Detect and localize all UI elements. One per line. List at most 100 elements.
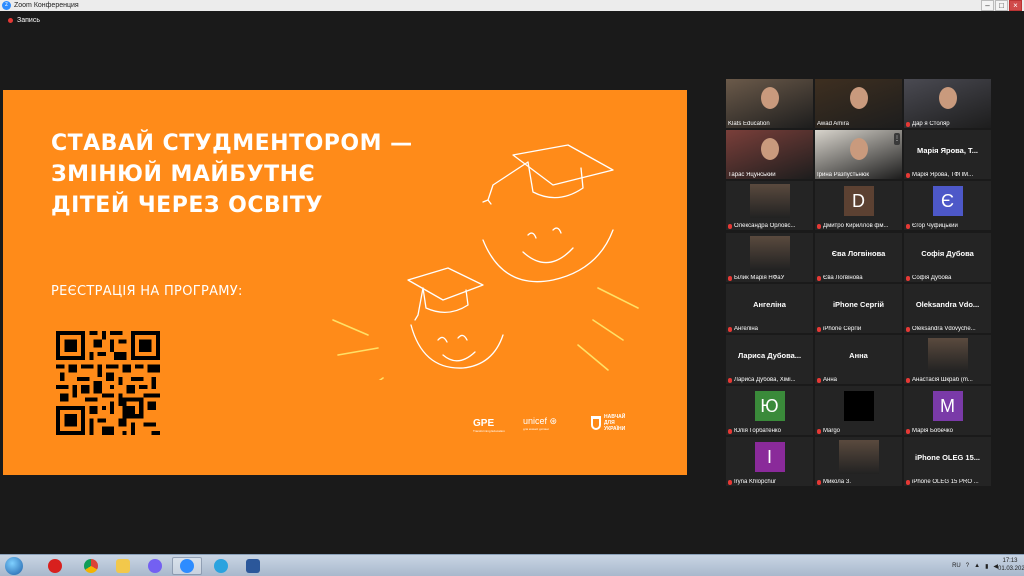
taskbar-viber[interactable] <box>140 557 170 575</box>
profile-photo <box>838 440 879 474</box>
title-bar: z Zoom Конференция – □ × <box>0 0 1024 11</box>
participant-display-name: iPhone Сергій <box>832 300 885 309</box>
gpe-logo-text: GPE <box>473 418 495 429</box>
unicef-logo-subtext: для кожної дитини <box>523 427 549 431</box>
muted-mic-icon <box>728 326 732 332</box>
windows-logo-icon <box>5 557 23 575</box>
participant-tile[interactable]: Klats Education <box>726 79 813 128</box>
participant-name: Margo <box>817 428 900 434</box>
participant-tile[interactable]: Margo <box>815 386 902 435</box>
taskbar-explorer[interactable] <box>108 557 138 575</box>
participant-name: Анна <box>817 377 900 383</box>
participant-face <box>760 87 779 109</box>
chrome-icon <box>84 559 98 573</box>
participant-name: Ангеліна <box>728 326 811 332</box>
taskbar-zoom[interactable] <box>172 557 202 575</box>
avatar: Є <box>932 186 963 216</box>
muted-mic-icon <box>906 479 910 485</box>
navchai-line: УКРАЇНИ <box>604 426 626 432</box>
navchai-mark-icon <box>591 416 601 430</box>
participant-name-text: Oleksandra Vdovyche... <box>912 326 976 332</box>
participant-name-text: Ангеліна <box>734 326 758 332</box>
participant-tile[interactable]: Софія Дубова Софія Дубова <box>904 233 991 282</box>
participant-tile[interactable]: Дар я Столяр <box>904 79 991 128</box>
navchai-logo: НАВЧАЙ ДЛЯ УКРАЇНИ <box>591 414 625 432</box>
avatar: D <box>843 186 874 216</box>
participant-name-text: Iryna Khlopchur <box>734 479 777 485</box>
participant-name-text: Юлія Горбатенко <box>734 428 781 434</box>
participant-tile[interactable]: Білик Марія НФаУ <box>726 233 813 282</box>
gpe-logo: GPE Transforming Education <box>473 418 505 433</box>
participant-tile[interactable]: Є Єгор Чуфицький <box>904 181 991 230</box>
participant-face <box>849 138 868 160</box>
record-dot-icon <box>8 18 13 23</box>
participant-tile[interactable]: Марія Ярова, Т... Марія Ярова, ТФПМ... <box>904 130 991 179</box>
participant-name-text: Марія Бобечко <box>912 428 953 434</box>
participant-tile[interactable]: Микола З. <box>815 437 902 486</box>
participant-name-text: Лариса Дубова, Хімі... <box>734 377 796 383</box>
muted-mic-icon <box>906 377 910 383</box>
participant-display-name: Єва Логвінова <box>831 249 886 258</box>
profile-photo <box>927 338 968 372</box>
participant-tile[interactable]: D Дмитро Кириллов фм... <box>815 181 902 230</box>
tray-arrow-icon[interactable]: ▲ <box>974 563 980 569</box>
telegram-icon <box>214 559 228 573</box>
participant-tile[interactable]: М Марія Бобечко <box>904 386 991 435</box>
language-indicator[interactable]: RU <box>952 563 961 569</box>
participant-name: Дар я Столяр <box>906 121 989 127</box>
participant-name-text: Олександра Орловс... <box>734 223 796 229</box>
participant-tile[interactable]: Ю Юлія Горбатенко <box>726 386 813 435</box>
participant-tile[interactable]: Олександра Орловс... <box>726 181 813 230</box>
participant-tile[interactable]: Тарас Яцунський <box>726 130 813 179</box>
participant-name-text: iPhone Сергій <box>823 326 862 332</box>
maximize-button[interactable]: □ <box>995 0 1008 11</box>
start-button[interactable] <box>2 556 26 576</box>
muted-mic-icon <box>817 223 821 229</box>
help-icon[interactable]: ? <box>966 563 969 569</box>
recording-indicator[interactable]: Запись <box>8 17 40 24</box>
muted-mic-icon <box>817 275 821 281</box>
muted-mic-icon <box>906 172 910 178</box>
participant-tile[interactable]: iPhone OLEG 15... iPhone OLEG 15 PRO ... <box>904 437 991 486</box>
gpe-logo-subtext: Transforming Education <box>473 429 505 433</box>
participant-tile[interactable]: I Iryna Khlopchur <box>726 437 813 486</box>
participant-name: Марія Бобечко <box>906 428 989 434</box>
qr-code <box>56 330 160 436</box>
participant-name: Софія Дубова <box>906 275 989 281</box>
muted-mic-icon <box>817 326 821 332</box>
participant-tile[interactable]: ⋮ Ірина Разпустьнюк <box>815 130 902 179</box>
taskbar-telegram[interactable] <box>206 557 236 575</box>
participant-tile[interactable]: Анна Анна <box>815 335 902 384</box>
graduation-art <box>332 144 639 380</box>
participant-tile[interactable]: Awad Amira <box>815 79 902 128</box>
taskbar-word[interactable] <box>238 557 268 575</box>
unicef-logo: unicef ⊛ для кожної дитини <box>523 416 557 431</box>
participant-tile[interactable]: Анастасія Шкраб (m... <box>904 335 991 384</box>
participant-name-text: Софія Дубова <box>912 275 952 281</box>
participant-name: Микола З. <box>817 479 900 485</box>
system-tray: RU ? ▲ ▮ ◀ <box>947 557 998 575</box>
participant-tile[interactable]: Єва Логвінова Єва Логвінова <box>815 233 902 282</box>
participant-name: Klats Education <box>728 121 811 127</box>
clock-date: 01.03.2025 <box>998 566 1024 572</box>
close-button[interactable]: × <box>1009 0 1022 11</box>
more-options-icon[interactable]: ⋮ <box>894 133 900 145</box>
profile-photo <box>749 236 790 270</box>
taskbar-chrome[interactable] <box>76 557 106 575</box>
participant-tile[interactable]: Ангеліна Ангеліна <box>726 284 813 333</box>
muted-mic-icon <box>817 428 821 434</box>
window-title: Zoom Конференция <box>14 2 79 9</box>
recording-label: Запись <box>17 17 40 24</box>
zoom-window: z Zoom Конференция – □ × Запись СТАВАЙ С… <box>0 0 1024 576</box>
participant-name-text: Ірина Разпустьнюк <box>817 172 869 178</box>
clock[interactable]: 17:13 01.03.2025 <box>998 557 1024 573</box>
participant-name-text: Білик Марія НФаУ <box>734 275 785 281</box>
participant-face <box>760 138 779 160</box>
network-icon[interactable]: ▮ <box>985 563 988 570</box>
minimize-button[interactable]: – <box>981 0 994 11</box>
muted-mic-icon <box>906 275 910 281</box>
participant-tile[interactable]: Oleksandra Vdo... Oleksandra Vdovyche... <box>904 284 991 333</box>
taskbar-opera[interactable] <box>40 557 70 575</box>
participant-tile[interactable]: iPhone Сергій iPhone Сергій <box>815 284 902 333</box>
participant-tile[interactable]: Лариса Дубова... Лариса Дубова, Хімі... <box>726 335 813 384</box>
